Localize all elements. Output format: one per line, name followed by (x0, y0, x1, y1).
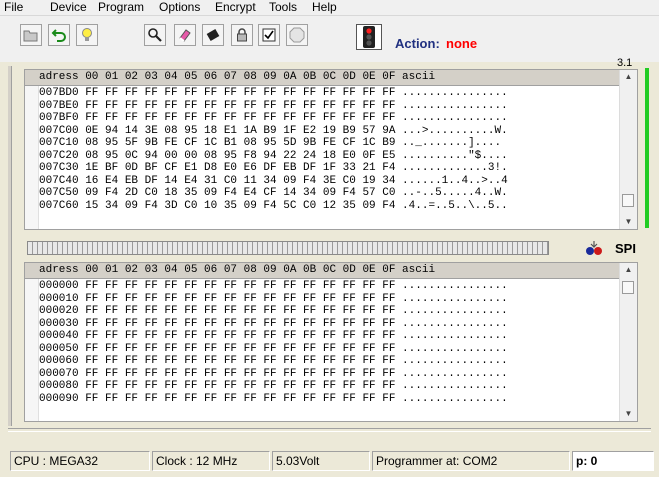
mode-label: SPI (615, 241, 636, 256)
bulb-icon (82, 28, 92, 41)
undo-button[interactable] (48, 24, 70, 46)
flash-hex-gutter (25, 86, 39, 229)
status-voltage: 5.03Volt (272, 451, 370, 471)
scroll-down-icon[interactable]: ▼ (620, 407, 637, 421)
flash-hex-rows: 007BD0 FF FF FF FF FF FF FF FF FF FF FF … (39, 87, 619, 212)
hex-row[interactable]: 007C60 15 34 09 F4 3D C0 10 35 09 F4 5C … (39, 200, 619, 213)
status-bar: CPU : MEGA32 Clock : 12 MHz 5.03Volt Pro… (0, 451, 659, 471)
menu-file[interactable]: File (4, 0, 23, 15)
hex-row[interactable]: 007C10 08 95 5F 9B FE CF 1C B1 08 95 5D … (39, 137, 619, 150)
open-icon (23, 30, 38, 42)
hex-row[interactable]: 000020 FF FF FF FF FF FF FF FF FF FF FF … (39, 305, 619, 318)
separator (8, 428, 651, 432)
hex-row[interactable]: 000090 FF FF FF FF FF FF FF FF FF FF FF … (39, 393, 619, 406)
checklist-button[interactable] (258, 24, 280, 46)
version-label: 3.1 (617, 57, 633, 69)
menu-encrypt[interactable]: Encrypt (215, 0, 256, 15)
status-programmer: Programmer at: COM2 (372, 451, 570, 471)
hex-row[interactable]: 000000 FF FF FF FF FF FF FF FF FF FF FF … (39, 280, 619, 293)
menu-options[interactable]: Options (159, 0, 200, 15)
eeprom-hex-gutter (25, 279, 39, 421)
eeprom-hex-panel[interactable]: adress 00 01 02 03 04 05 06 07 08 09 0A … (24, 262, 638, 422)
traffic-light-icon (356, 24, 382, 50)
eraser-icon (179, 29, 191, 42)
hex-row[interactable]: 007BF0 FF FF FF FF FF FF FF FF FF FF FF … (39, 112, 619, 125)
hex-row[interactable]: 000080 FF FF FF FF FF FF FF FF FF FF FF … (39, 380, 619, 393)
hex-row[interactable]: 007BD0 FF FF FF FF FF FF FF FF FF FF FF … (39, 87, 619, 100)
hex-row[interactable]: 007C50 09 F4 2D C0 18 35 09 F4 E4 CF 14 … (39, 187, 619, 200)
flash-hex-header: adress 00 01 02 03 04 05 06 07 08 09 0A … (25, 70, 619, 86)
progress-bar (27, 241, 549, 255)
eeprom-hex-header: adress 00 01 02 03 04 05 06 07 08 09 0A … (25, 263, 619, 279)
erase-button[interactable] (174, 24, 196, 46)
checklist-icon (262, 28, 276, 42)
scroll-down-icon[interactable]: ▼ (620, 215, 637, 229)
hex-row[interactable]: 007BE0 FF FF FF FF FF FF FF FF FF FF FF … (39, 100, 619, 113)
flash-hex-panel[interactable]: adress 00 01 02 03 04 05 06 07 08 09 0A … (24, 69, 638, 230)
menu-bar: File Device Program Options Encrypt Tool… (0, 0, 659, 16)
eeprom-scrollbar[interactable]: ▲ ▼ (619, 263, 637, 421)
status-position: p: 0 (572, 451, 654, 471)
hex-row[interactable]: 007C00 0E 94 14 3E 08 95 18 E1 1A B9 1F … (39, 125, 619, 138)
menu-program[interactable]: Program (98, 0, 144, 15)
undo-icon (51, 29, 66, 42)
chip-button[interactable] (202, 24, 224, 46)
bulb-button[interactable] (76, 24, 98, 46)
lock-button[interactable] (231, 24, 253, 46)
stop-button[interactable] (286, 24, 308, 46)
search-icon (148, 28, 162, 42)
hex-row[interactable]: 000060 FF FF FF FF FF FF FF FF FF FF FF … (39, 355, 619, 368)
flash-scroll-thumb[interactable] (622, 194, 634, 207)
window-frame-left (8, 66, 12, 426)
activity-indicator (645, 68, 649, 228)
toolbar: Action: none 3.1 (0, 16, 659, 69)
hex-row[interactable]: 007C30 1E BF 0D BF CF E1 D8 E0 E6 DF EB … (39, 162, 619, 175)
lock-icon (237, 28, 247, 42)
menu-device[interactable]: Device (50, 0, 87, 15)
action-label: Action: (395, 36, 440, 51)
status-clock: Clock : 12 MHz (152, 451, 270, 471)
hex-row[interactable]: 000040 FF FF FF FF FF FF FF FF FF FF FF … (39, 330, 619, 343)
eeprom-scroll-thumb[interactable] (622, 281, 634, 294)
hex-row[interactable]: 000070 FF FF FF FF FF FF FF FF FF FF FF … (39, 368, 619, 381)
open-button[interactable] (20, 24, 42, 46)
hex-row[interactable]: 000030 FF FF FF FF FF FF FF FF FF FF FF … (39, 318, 619, 331)
spi-icon (585, 240, 603, 256)
chip-icon (206, 29, 220, 41)
hex-row[interactable]: 007C40 16 E4 EB DF 14 E4 31 C0 11 34 09 … (39, 175, 619, 188)
scroll-up-icon[interactable]: ▲ (620, 70, 637, 84)
status-cpu: CPU : MEGA32 (10, 451, 150, 471)
eeprom-hex-rows: 000000 FF FF FF FF FF FF FF FF FF FF FF … (39, 280, 619, 405)
hex-row[interactable]: 007C20 08 95 0C 94 00 00 08 95 F8 94 22 … (39, 150, 619, 163)
flash-scrollbar[interactable]: ▲ ▼ (619, 70, 637, 229)
menu-help[interactable]: Help (312, 0, 337, 15)
hex-row[interactable]: 000050 FF FF FF FF FF FF FF FF FF FF FF … (39, 343, 619, 356)
scroll-up-icon[interactable]: ▲ (620, 263, 637, 277)
action-value: none (446, 36, 478, 51)
stop-icon (289, 27, 305, 43)
search-button[interactable] (144, 24, 166, 46)
menu-tools[interactable]: Tools (269, 0, 297, 15)
hex-row[interactable]: 000010 FF FF FF FF FF FF FF FF FF FF FF … (39, 293, 619, 306)
